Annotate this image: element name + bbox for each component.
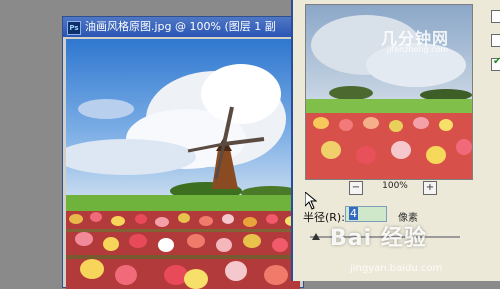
document-window[interactable]: Ps 油画风格原图.jpg @ 100% (图层 1 副 — [62, 16, 304, 289]
radius-slider-handle[interactable] — [312, 233, 320, 240]
baidu-watermark-url: jingyan.baidu.com — [350, 263, 443, 274]
option-checkbox-2[interactable] — [491, 34, 500, 47]
document-title: 油画风格原图.jpg @ 100% (图层 1 副 — [85, 20, 276, 33]
zoom-level: 100% — [382, 181, 408, 191]
zoom-controls: − 100% + — [343, 181, 443, 195]
document-titlebar[interactable]: Ps 油画风格原图.jpg @ 100% (图层 1 副 — [63, 17, 303, 37]
zoom-out-button[interactable]: − — [349, 181, 363, 195]
zoom-in-button[interactable]: + — [423, 181, 437, 195]
mouse-cursor-icon — [305, 192, 317, 210]
option-checkbox-1[interactable] — [491, 10, 500, 23]
tulip-windmill-image — [66, 39, 300, 289]
photoshop-icon: Ps — [67, 21, 81, 35]
watermark-url: jifenzhong.com — [387, 45, 449, 54]
image-canvas[interactable] — [66, 39, 300, 289]
option-checkbox-3[interactable] — [491, 56, 500, 71]
radius-value: 4 — [349, 207, 358, 220]
baidu-watermark: Bai 经验 — [330, 226, 427, 251]
